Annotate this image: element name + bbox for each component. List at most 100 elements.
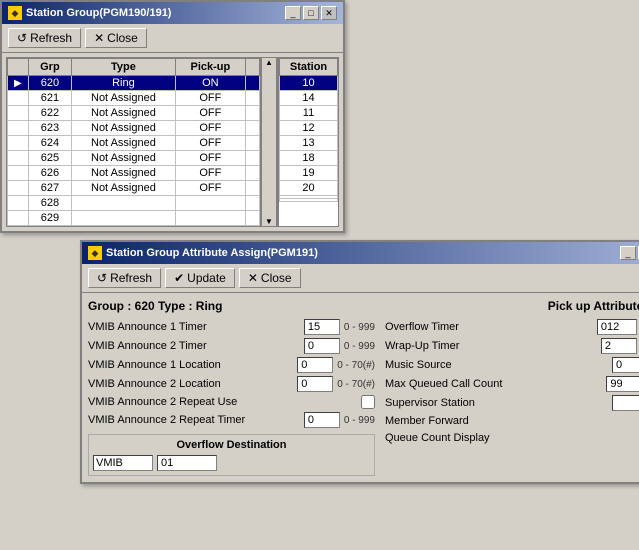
station-row[interactable]: 20 — [280, 181, 338, 196]
pickup-attr: Pick up Attribute : ON — [548, 299, 639, 313]
table-row[interactable]: 626 Not Assigned OFF — [8, 166, 260, 181]
cell-grp: 622 — [28, 106, 71, 121]
queue-count-label: Queue Count Display — [385, 432, 639, 444]
col-station: Station — [280, 59, 338, 76]
scroll-up-button[interactable]: ▲ — [262, 58, 276, 67]
table-row[interactable]: 625 Not Assigned OFF — [8, 151, 260, 166]
announce2-timer-input[interactable] — [304, 338, 340, 354]
main-minimize-button[interactable]: _ — [285, 6, 301, 20]
left-form-col: VMIB Announce 1 Timer 0 - 999 VMIB Annou… — [88, 319, 375, 476]
col-indicator — [8, 59, 29, 76]
attr-update-button[interactable]: ✔ Update — [165, 268, 235, 288]
supervisor-station-label: Supervisor Station — [385, 397, 608, 409]
announce1-location-label: VMIB Announce 1 Location — [88, 359, 293, 371]
announce1-timer-row: VMIB Announce 1 Timer 0 - 999 — [88, 319, 375, 335]
cell-station: 20 — [280, 181, 338, 196]
cell-scroll — [246, 151, 260, 166]
cell-station: 10 — [280, 76, 338, 91]
overflow-timer-row: Overflow Timer 0 - 600 — [385, 319, 639, 335]
cell-scroll — [246, 121, 260, 136]
wrapup-timer-input[interactable] — [601, 338, 637, 354]
cell-station: 18 — [280, 151, 338, 166]
cell-grp: 620 — [28, 76, 71, 91]
music-source-input[interactable] — [612, 357, 639, 373]
cell-scroll — [246, 91, 260, 106]
cell-type: Not Assigned — [72, 121, 176, 136]
row-indicator — [8, 211, 29, 226]
station-col: Station 1014111213181920 — [279, 57, 339, 227]
main-close-button[interactable]: ✕ — [321, 6, 337, 20]
announce2-repeat-checkbox[interactable] — [361, 395, 375, 409]
cell-station: 13 — [280, 136, 338, 151]
row-indicator — [8, 166, 29, 181]
cell-type: Not Assigned — [72, 91, 176, 106]
main-maximize-button[interactable]: □ — [303, 6, 319, 20]
overflow-dest-container: Overflow Destination VMIB ACD NONE — [88, 434, 375, 476]
station-row[interactable]: 12 — [280, 121, 338, 136]
table-row[interactable]: 627 Not Assigned OFF — [8, 181, 260, 196]
attr-toolbar: ↺ Refresh ✔ Update ✕ Close — [82, 264, 639, 293]
update-icon: ✔ — [174, 271, 184, 285]
table-row[interactable]: 623 Not Assigned OFF — [8, 121, 260, 136]
announce2-location-input[interactable] — [297, 376, 333, 392]
table-row[interactable]: 624 Not Assigned OFF — [8, 136, 260, 151]
main-refresh-button[interactable]: ↺ Refresh — [8, 28, 81, 48]
announce2-location-range: 0 - 70(#) — [337, 379, 375, 390]
main-title-bar: ◆ Station Group(PGM190/191) _ □ ✕ — [2, 2, 343, 24]
col-grp: Grp — [28, 59, 71, 76]
station-row[interactable]: 18 — [280, 151, 338, 166]
right-form-col: Overflow Timer 0 - 600 Wrap-Up Timer 2 -… — [385, 319, 639, 476]
overflow-dest-label: Overflow Destination — [93, 439, 370, 451]
col-scroll — [246, 59, 260, 76]
cell-pickup — [175, 196, 245, 211]
cell-grp: 621 — [28, 91, 71, 106]
announce2-repeat-timer-label: VMIB Announce 2 Repeat Timer — [88, 414, 300, 426]
table-row[interactable]: 628 — [8, 196, 260, 211]
cell-type: Not Assigned — [72, 106, 176, 121]
station-row[interactable]: 11 — [280, 106, 338, 121]
announce1-location-row: VMIB Announce 1 Location 0 - 70(#) — [88, 357, 375, 373]
announce2-timer-row: VMIB Announce 2 Timer 0 - 999 — [88, 338, 375, 354]
announce1-timer-input[interactable] — [304, 319, 340, 335]
attr-minimize-button[interactable]: _ — [620, 246, 636, 260]
station-row[interactable]: 19 — [280, 166, 338, 181]
attr-title-bar: ◆ Station Group Attribute Assign(PGM191)… — [82, 242, 639, 264]
station-row[interactable]: 10 — [280, 76, 338, 91]
attr-refresh-button[interactable]: ↺ Refresh — [88, 268, 161, 288]
attr-close-toolbar-button[interactable]: ✕ Close — [239, 268, 301, 288]
scroll-down-button[interactable]: ▼ — [262, 217, 276, 226]
music-source-label: Music Source — [385, 359, 608, 371]
cell-scroll — [246, 181, 260, 196]
announce2-location-label: VMIB Announce 2 Location — [88, 378, 293, 390]
row-indicator — [8, 121, 29, 136]
station-row[interactable] — [280, 199, 338, 202]
station-row[interactable]: 14 — [280, 91, 338, 106]
cell-grp: 626 — [28, 166, 71, 181]
overflow-timer-input[interactable] — [597, 319, 637, 335]
table-row[interactable]: ▶ 620 Ring ON — [8, 76, 260, 91]
col-type: Type — [72, 59, 176, 76]
announce2-repeat-timer-row: VMIB Announce 2 Repeat Timer 0 - 999 — [88, 412, 375, 428]
cell-grp: 627 — [28, 181, 71, 196]
announce1-timer-label: VMIB Announce 1 Timer — [88, 321, 300, 333]
overflow-dest-input[interactable] — [157, 455, 217, 471]
row-indicator — [8, 151, 29, 166]
table-row[interactable]: 629 — [8, 211, 260, 226]
cell-station: 11 — [280, 106, 338, 121]
station-row[interactable]: 13 — [280, 136, 338, 151]
main-title-icon: ◆ — [8, 6, 22, 20]
max-queued-label: Max Queued Call Count — [385, 378, 602, 390]
table-row[interactable]: 622 Not Assigned OFF — [8, 106, 260, 121]
attr-close-icon: ✕ — [248, 271, 258, 285]
max-queued-input[interactable] — [606, 376, 639, 392]
announce1-location-input[interactable] — [297, 357, 333, 373]
supervisor-station-input[interactable] — [612, 395, 639, 411]
main-close-toolbar-button[interactable]: ✕ Close — [85, 28, 147, 48]
overflow-dest-select[interactable]: VMIB ACD NONE — [93, 455, 153, 471]
overflow-timer-label: Overflow Timer — [385, 321, 593, 333]
cell-pickup: OFF — [175, 181, 245, 196]
close-icon: ✕ — [94, 31, 104, 45]
table-row[interactable]: 621 Not Assigned OFF — [8, 91, 260, 106]
main-scrollbar[interactable]: ▲ ▼ — [261, 57, 277, 227]
announce2-repeat-timer-input[interactable] — [304, 412, 340, 428]
